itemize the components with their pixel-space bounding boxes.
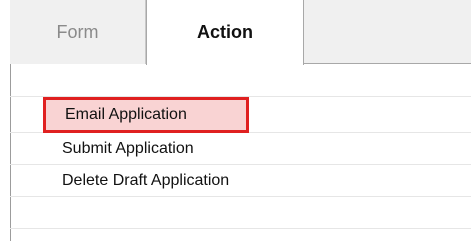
tabbed-panel: Form Action Email Application Submit App… — [0, 0, 471, 241]
tab-form-label: Form — [56, 21, 99, 42]
delete-draft-application-link[interactable]: Delete Draft Application — [43, 165, 229, 197]
email-application-link[interactable]: Email Application — [43, 97, 249, 133]
tab-action[interactable]: Action — [146, 0, 304, 65]
submit-application-link[interactable]: Submit Application — [43, 133, 194, 165]
submit-application-label: Submit Application — [62, 140, 194, 157]
tab-form[interactable]: Form — [10, 0, 146, 64]
delete-draft-application-label: Delete Draft Application — [62, 172, 230, 189]
email-application-label: Email Application — [65, 106, 187, 123]
row-divider — [10, 228, 471, 229]
tab-action-label: Action — [197, 22, 253, 42]
